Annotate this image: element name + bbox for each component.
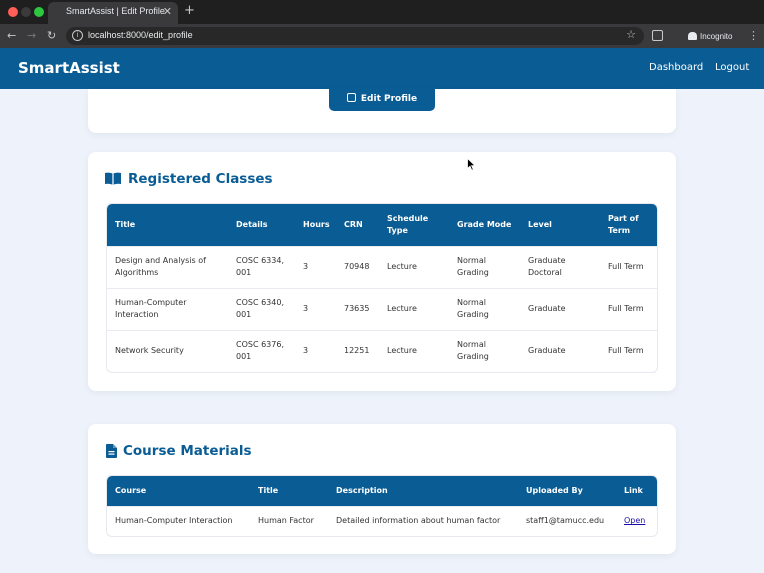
back-arrow-icon[interactable]: ←: [7, 28, 16, 44]
site-info-icon[interactable]: i: [72, 30, 83, 41]
table-cell: Human-Computer Interaction: [107, 287, 228, 330]
window-minimize-button[interactable]: [21, 7, 31, 17]
mouse-cursor-icon: [467, 158, 476, 171]
extensions-icon[interactable]: [652, 30, 663, 41]
table-cell: Lecture: [379, 287, 449, 330]
table-row: Human-Computer Interaction COSC 6340, 00…: [107, 287, 657, 330]
column-header: Title: [107, 204, 228, 246]
browser-menu-icon[interactable]: ⋮: [748, 28, 759, 44]
column-header: Link: [616, 476, 657, 506]
window-close-button[interactable]: [8, 7, 18, 17]
edit-profile-button[interactable]: Edit Profile: [329, 87, 435, 111]
new-tab-icon[interactable]: +: [184, 3, 195, 19]
table-cell: Graduate: [520, 287, 600, 330]
tab-close-icon[interactable]: ✕: [163, 5, 172, 19]
table-cell: Detailed information about human factor: [328, 505, 518, 536]
course-materials-table: Course Title Description Uploaded By Lin…: [106, 475, 658, 537]
column-header: Uploaded By: [518, 476, 616, 506]
table-cell: Full Term: [600, 245, 657, 288]
browser-toolbar: ← → ↻ i localhost:8000/edit_profile ☆ In…: [0, 24, 764, 48]
profile-card: Edit Profile: [88, 87, 676, 133]
column-header: Course: [107, 476, 250, 506]
table-cell: 73635: [336, 287, 379, 330]
column-header: Description: [328, 476, 518, 506]
table-cell: COSC 6340, 001: [228, 287, 295, 330]
table-cell: Normal Grading: [449, 245, 520, 288]
table-cell: Lecture: [379, 245, 449, 288]
book-icon: [105, 172, 121, 185]
table-cell: 12251: [336, 329, 379, 372]
address-bar[interactable]: i localhost:8000/edit_profile ☆: [66, 27, 644, 45]
table-cell: Full Term: [600, 329, 657, 372]
registered-classes-table: Title Details Hours CRN Schedule Type Gr…: [106, 203, 658, 373]
nav-dashboard-link[interactable]: Dashboard: [649, 62, 703, 73]
table-cell: Human Factor: [250, 505, 328, 536]
browser-tab-strip: SmartAssist | Edit Profile ✕ +: [0, 0, 764, 24]
nav-logout-link[interactable]: Logout: [715, 62, 749, 73]
registered-classes-card: Registered Classes Title Details Hours C…: [88, 152, 676, 391]
table-cell: staff1@tamucc.edu: [518, 505, 616, 536]
table-cell: Graduate: [520, 329, 600, 372]
table-cell: Graduate Doctoral: [520, 245, 600, 288]
course-materials-card: Course Materials Course Title Descriptio…: [88, 424, 676, 554]
table-cell: Design and Analysis of Algorithms: [107, 245, 228, 288]
table-cell: 70948: [336, 245, 379, 288]
table-cell: Full Term: [600, 287, 657, 330]
window-maximize-button[interactable]: [34, 7, 44, 17]
table-cell: Human-Computer Interaction: [107, 505, 250, 536]
table-header-row: Course Title Description Uploaded By Lin…: [107, 476, 657, 506]
table-cell: Normal Grading: [449, 287, 520, 330]
document-icon: [106, 444, 117, 458]
browser-tab[interactable]: SmartAssist | Edit Profile ✕: [48, 2, 178, 24]
incognito-icon: [688, 32, 697, 40]
open-material-link[interactable]: Open: [624, 516, 645, 525]
incognito-indicator[interactable]: Incognito: [682, 29, 738, 44]
table-cell: 3: [295, 245, 336, 288]
edit-icon: [346, 93, 356, 102]
incognito-label: Incognito: [700, 32, 733, 41]
column-header: Level: [520, 204, 600, 246]
column-header: Part of Term: [600, 204, 657, 246]
column-header: Grade Mode: [449, 204, 520, 246]
table-row: Human-Computer Interaction Human Factor …: [107, 505, 657, 536]
table-cell: Open: [616, 505, 657, 536]
table-cell: Lecture: [379, 329, 449, 372]
edit-profile-label: Edit Profile: [360, 94, 418, 104]
column-header: Hours: [295, 204, 336, 246]
bookmark-star-icon[interactable]: ☆: [626, 28, 636, 41]
reload-icon[interactable]: ↻: [47, 28, 56, 44]
table-cell: Normal Grading: [449, 329, 520, 372]
table-row: Network Security COSC 6376, 001 3 12251 …: [107, 329, 657, 372]
app-navbar: SmartAssist Dashboard Logout: [0, 48, 764, 89]
table-cell: COSC 6334, 001: [228, 245, 295, 288]
address-url: localhost:8000/edit_profile: [88, 30, 193, 40]
table-cell: COSC 6376, 001: [228, 329, 295, 372]
tab-title: SmartAssist | Edit Profile: [66, 6, 165, 16]
table-row: Design and Analysis of Algorithms COSC 6…: [107, 245, 657, 288]
column-header: Title: [250, 476, 328, 506]
brand-logo[interactable]: SmartAssist: [18, 59, 120, 77]
table-cell: 3: [295, 287, 336, 330]
column-header: Schedule Type: [379, 204, 449, 246]
forward-arrow-icon[interactable]: →: [27, 28, 36, 44]
table-cell: Network Security: [107, 329, 228, 372]
course-materials-title: Course Materials: [123, 443, 252, 459]
column-header: Details: [228, 204, 295, 246]
table-header-row: Title Details Hours CRN Schedule Type Gr…: [107, 204, 657, 246]
table-cell: 3: [295, 329, 336, 372]
column-header: CRN: [336, 204, 379, 246]
registered-classes-title: Registered Classes: [128, 171, 273, 187]
